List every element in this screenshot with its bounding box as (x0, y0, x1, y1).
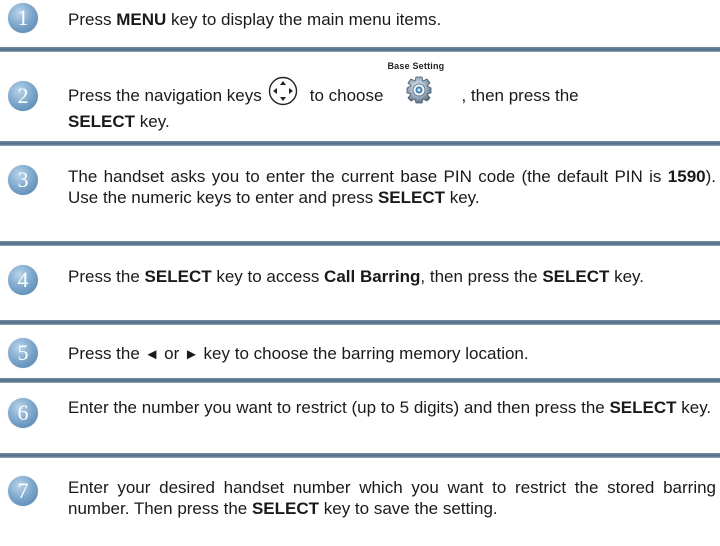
base-setting-label: Base Setting (387, 60, 445, 71)
step-number: 3 (8, 165, 38, 195)
divider (0, 320, 720, 325)
divider (0, 378, 720, 383)
step-text: Press the ◄ or ► key to choose the barri… (68, 344, 529, 363)
step-number: 5 (8, 338, 38, 368)
right-arrow-key-icon: ► (183, 346, 199, 363)
base-setting-menu-item: Base Setting (387, 61, 447, 106)
divider (0, 241, 720, 246)
navigation-keys-icon (268, 76, 298, 111)
step-text: Enter the number you want to restrict (u… (68, 398, 712, 417)
step-text: The handset asks you to enter the curren… (68, 167, 716, 207)
step-number: 6 (8, 398, 38, 428)
divider (0, 141, 720, 146)
step-number: 4 (8, 265, 38, 295)
base-setting-gear-icon (403, 76, 435, 109)
instruction-page: 1 Press MENU key to display the main men… (0, 0, 720, 546)
divider (0, 47, 720, 52)
left-arrow-key-icon: ◄ (144, 346, 160, 363)
step-text: Press the navigation keys to choose Base S… (68, 61, 716, 132)
step-text: Enter your desired handset number which … (68, 478, 716, 518)
divider (0, 453, 720, 458)
step-number: 2 (8, 81, 38, 111)
step-text: Press MENU key to display the main menu … (68, 10, 442, 29)
step-number: 1 (8, 3, 38, 33)
step-number: 7 (8, 476, 38, 506)
step-text: Press the SELECT key to access Call Barr… (68, 267, 645, 286)
